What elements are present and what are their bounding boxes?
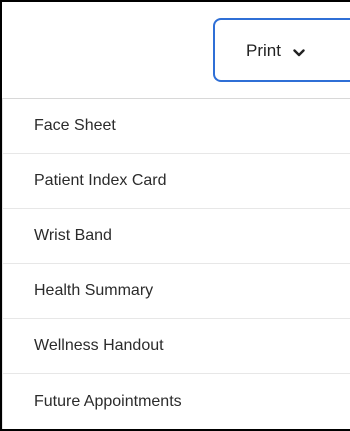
menu-item-future-appointments[interactable]: Future Appointments	[3, 374, 350, 429]
print-toolbar: Print	[2, 2, 350, 90]
menu-item-label: Wrist Band	[34, 227, 112, 244]
menu-item-label: Wellness Handout	[34, 337, 164, 354]
print-button[interactable]: Print	[213, 18, 350, 82]
menu-item-face-sheet[interactable]: Face Sheet	[3, 99, 350, 154]
menu-item-label: Future Appointments	[34, 392, 182, 410]
menu-item-wellness-handout[interactable]: Wellness Handout	[3, 319, 350, 374]
print-button-label: Print	[246, 40, 281, 60]
print-dropdown-menu: Face Sheet Patient Index Card Wrist Band…	[2, 98, 350, 429]
menu-item-label: Health Summary	[34, 282, 154, 299]
menu-item-label: Face Sheet	[34, 117, 116, 134]
menu-item-health-summary[interactable]: Health Summary	[3, 264, 350, 319]
menu-item-label: Patient Index Card	[34, 172, 167, 189]
print-panel: Print Face Sheet Patient Index Card Wris…	[0, 0, 350, 431]
menu-item-patient-index-card[interactable]: Patient Index Card	[3, 154, 350, 209]
menu-item-wrist-band[interactable]: Wrist Band	[3, 209, 350, 264]
chevron-down-icon	[293, 45, 305, 57]
